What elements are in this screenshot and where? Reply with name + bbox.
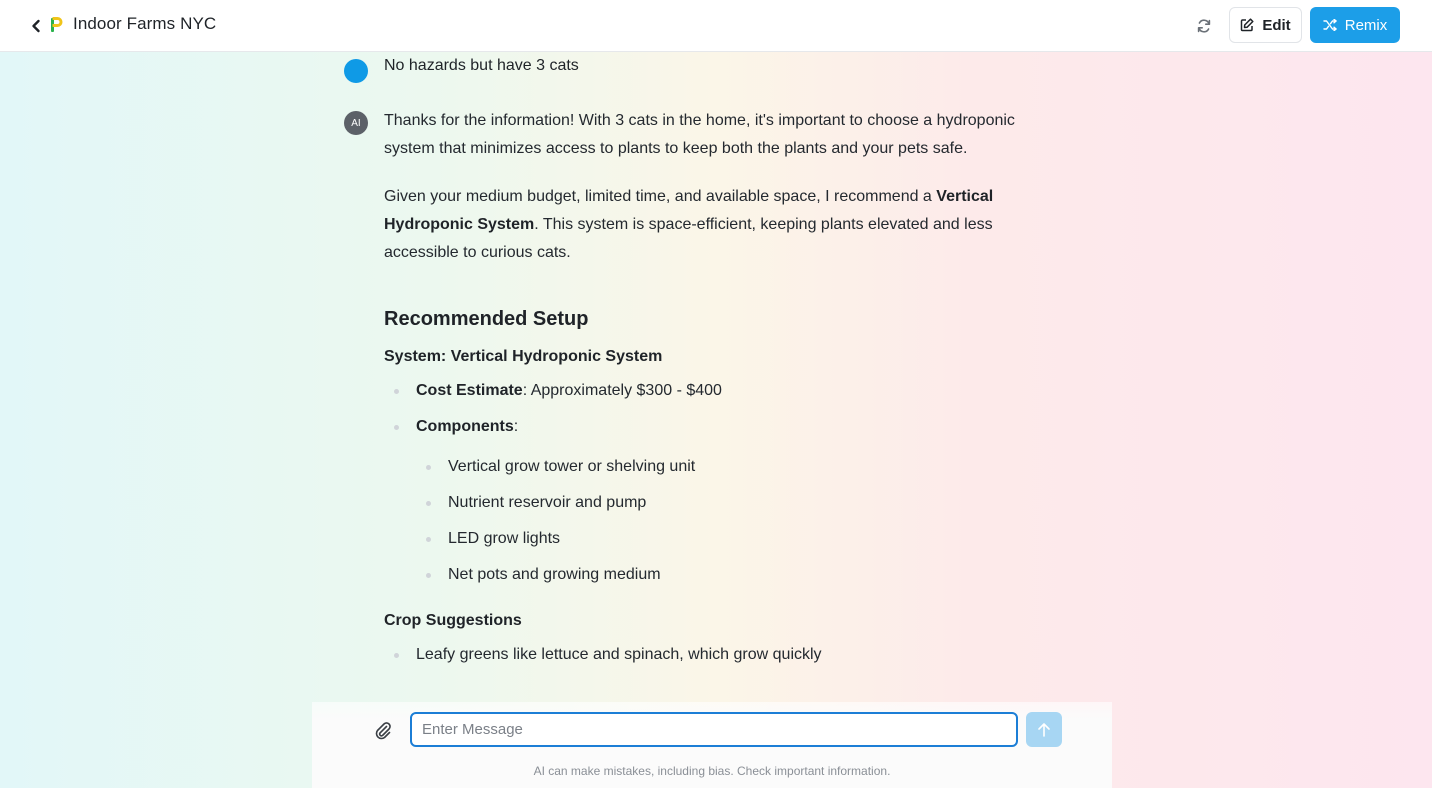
attach-button[interactable] [372, 720, 394, 742]
edit-label: Edit [1262, 16, 1291, 34]
refresh-button[interactable] [1192, 14, 1216, 38]
page-title: Indoor Farms NYC [73, 14, 217, 33]
list-item: LED grow lights [416, 525, 1034, 553]
back-button[interactable] [26, 16, 46, 36]
shuffle-icon [1323, 19, 1337, 31]
ai-paragraph: Given your medium budget, limited time, … [384, 183, 1034, 267]
ai-paragraph: Thanks for the information! With 3 cats … [384, 112, 1015, 157]
remix-button[interactable]: Remix [1310, 7, 1400, 43]
crop-label: Crop Suggestions [384, 612, 522, 629]
disclaimer-text: AI can make mistakes, including bias. Ch… [533, 764, 891, 778]
system-label: System: Vertical Hydroponic System [384, 348, 663, 365]
list-item: Components: Vertical grow tower or shelv… [384, 413, 1034, 589]
cost-value: : Approximately $300 - $400 [522, 382, 722, 399]
ai-avatar: AI [344, 111, 368, 135]
chat-thread: No hazards but have 3 cats AI Thanks for… [340, 52, 1040, 702]
p-logo-icon [51, 17, 63, 32]
system-details-list: Cost Estimate: Approximately $300 - $400… [384, 377, 1034, 589]
message-input[interactable] [410, 712, 1018, 747]
edit-button[interactable]: Edit [1229, 7, 1302, 43]
chevron-left-icon [32, 19, 40, 33]
list-item: Nutrient reservoir and pump [416, 489, 1034, 517]
list-item: Cost Estimate: Approximately $300 - $400 [384, 377, 1034, 405]
section-heading: Recommended Setup [384, 308, 589, 330]
user-avatar [344, 59, 368, 83]
user-message: No hazards but have 3 cats [384, 57, 579, 74]
cost-label: Cost Estimate [416, 382, 523, 399]
arrow-up-icon [1038, 722, 1050, 737]
refresh-icon [1197, 19, 1211, 33]
message-composer: AI can make mistakes, including bias. Ch… [312, 702, 1112, 788]
send-button[interactable] [1026, 712, 1062, 747]
crops-list: Leafy greens like lettuce and spinach, w… [384, 641, 1034, 669]
list-item: Vertical grow tower or shelving unit [416, 453, 1034, 481]
ai-message: Thanks for the information! With 3 cats … [384, 107, 1034, 677]
list-item: Net pots and growing medium [416, 561, 1034, 589]
ai-text: Given your medium budget, limited time, … [384, 188, 937, 205]
paperclip-icon [375, 722, 391, 740]
list-item: Leafy greens like lettuce and spinach, w… [384, 641, 1034, 669]
components-colon: : [513, 418, 519, 435]
remix-label: Remix [1344, 16, 1388, 34]
app-header: Indoor Farms NYC Edit Remix [0, 0, 1432, 52]
components-list: Vertical grow tower or shelving unit Nut… [416, 453, 1034, 589]
pencil-icon [1241, 18, 1254, 32]
components-label: Components [416, 418, 514, 435]
